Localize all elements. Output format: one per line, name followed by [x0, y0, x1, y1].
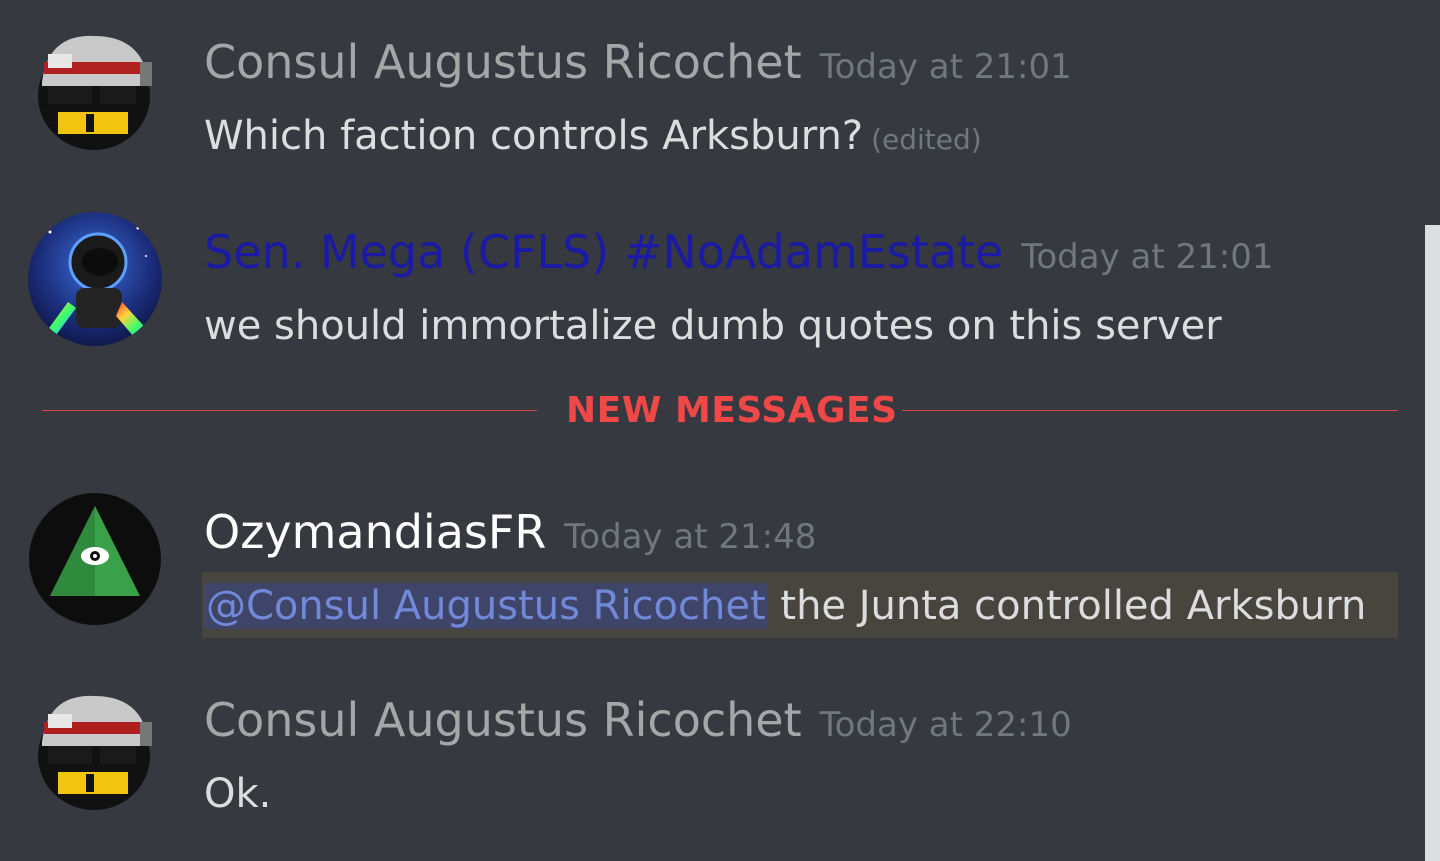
message-text: we should immortalize dumb quotes on thi…: [204, 303, 1222, 349]
avatar[interactable]: [28, 212, 162, 346]
message-content: Which faction controls Arksburn? (edited): [204, 108, 982, 168]
message[interactable]: OzymandiasFR Today at 21:48 @Consul Augus…: [0, 470, 1425, 650]
new-messages-divider: NEW MESSAGES: [42, 390, 1398, 432]
message[interactable]: Consul Augustus Ricochet Today at 22:10 O…: [0, 660, 1425, 860]
timestamp: Today at 21:48: [564, 517, 817, 557]
divider-line: [42, 410, 537, 411]
timestamp: Today at 21:01: [819, 47, 1072, 87]
username[interactable]: Sen. Mega (CFLS) #NoAdamEstate: [204, 225, 1003, 279]
username[interactable]: Consul Augustus Ricochet: [204, 693, 802, 747]
soldier-ball-avatar-icon: [28, 22, 162, 156]
message-content: @Consul Augustus Ricochet the Junta cont…: [204, 578, 1366, 634]
avatar[interactable]: [28, 22, 162, 156]
avatar[interactable]: [28, 492, 162, 626]
soldier-ball-avatar-icon: [28, 682, 162, 816]
message-text: the Junta controlled Arksburn: [780, 583, 1367, 629]
message-content: we should immortalize dumb quotes on thi…: [204, 298, 1222, 354]
message-text: Which faction controls Arksburn?: [204, 113, 864, 159]
divider-line: [902, 410, 1398, 411]
username[interactable]: Consul Augustus Ricochet: [204, 35, 802, 89]
username[interactable]: OzymandiasFR: [204, 505, 546, 559]
user-mention[interactable]: @Consul Augustus Ricochet: [204, 583, 768, 629]
edited-label: (edited): [871, 123, 982, 156]
chat-messages-pane: Consul Augustus Ricochet Today at 21:01 W…: [0, 0, 1440, 861]
scrollbar-thumb[interactable]: [1425, 225, 1440, 861]
message[interactable]: Sen. Mega (CFLS) #NoAdamEstate Today at 2…: [0, 190, 1425, 370]
message-text: Ok.: [204, 771, 272, 817]
astronaut-avatar-icon: [28, 212, 162, 346]
eye-pyramid-avatar-icon: [28, 492, 162, 626]
avatar[interactable]: [28, 682, 162, 816]
message-content: Ok.: [204, 766, 271, 822]
new-messages-label: NEW MESSAGES: [566, 390, 898, 431]
message[interactable]: Consul Augustus Ricochet Today at 21:01 W…: [0, 0, 1425, 180]
timestamp: Today at 21:01: [1021, 237, 1274, 277]
timestamp: Today at 22:10: [819, 705, 1072, 745]
